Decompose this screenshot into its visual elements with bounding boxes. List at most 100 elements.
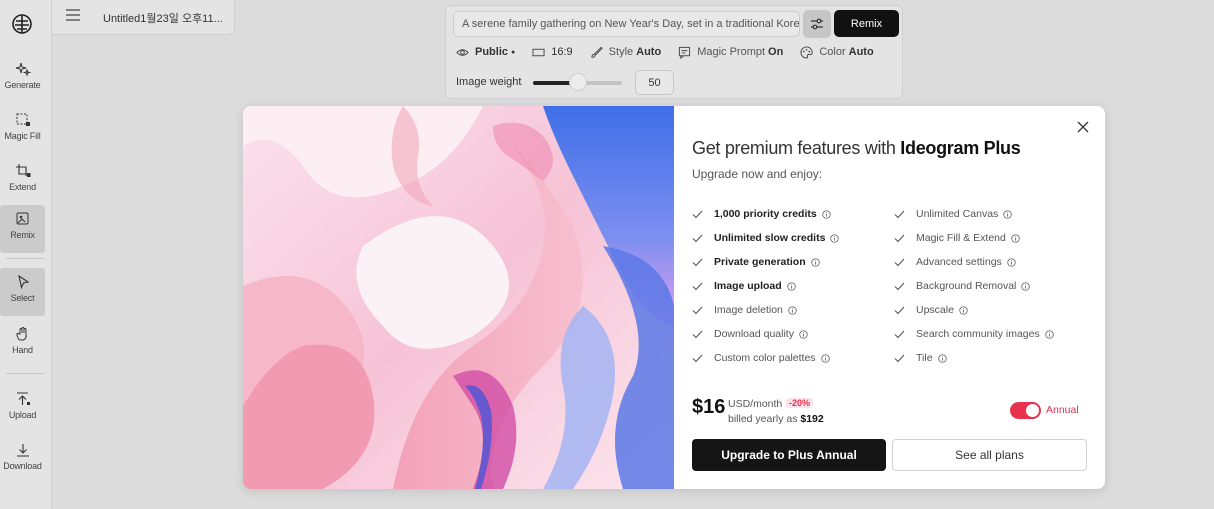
feature-item: Download quality <box>692 328 808 340</box>
annual-toggle-knob <box>1026 404 1039 417</box>
visibility-value: Public <box>475 46 509 58</box>
feature-item: Image deletion <box>692 304 797 316</box>
info-icon[interactable] <box>1011 233 1020 243</box>
billed-prefix: billed yearly as <box>728 413 798 425</box>
check-icon <box>894 258 905 266</box>
remix-button[interactable]: Remix <box>834 10 899 37</box>
cursor-icon <box>17 274 29 290</box>
feature-item: Tile <box>894 352 947 364</box>
tool-label: Hand <box>12 345 33 355</box>
sidebar-divider <box>6 373 44 374</box>
info-icon[interactable] <box>788 305 797 315</box>
image-weight-slider-thumb[interactable] <box>568 73 587 91</box>
info-icon[interactable] <box>937 353 947 363</box>
tool-label: Download <box>3 461 42 471</box>
tool-label: Remix <box>10 230 35 240</box>
check-icon <box>692 234 703 242</box>
feature-item: Background Removal <box>894 280 1031 292</box>
tool-download[interactable]: Download <box>0 436 45 484</box>
magic-prompt-option[interactable]: Magic Prompt On <box>678 46 783 59</box>
see-all-plans-button[interactable]: See all plans <box>892 439 1087 471</box>
color-label: Color <box>819 46 846 58</box>
prompt-options-row: Public ● 16:9 Style Auto Magic Prompt On… <box>456 44 891 60</box>
feature-item: 1,000 priority credits <box>692 208 831 220</box>
aspect-ratio-value: 16:9 <box>551 46 573 58</box>
info-icon[interactable] <box>1007 257 1016 267</box>
tool-magic-fill[interactable]: Magic Fill <box>0 106 45 154</box>
info-icon[interactable] <box>787 281 796 291</box>
feature-item: Unlimited slow credits <box>692 232 840 244</box>
check-icon <box>692 306 703 314</box>
close-icon[interactable] <box>1077 121 1089 133</box>
check-icon <box>894 234 905 242</box>
info-icon[interactable] <box>1003 209 1012 219</box>
feature-label: Image upload <box>714 280 782 292</box>
visibility-option[interactable]: Public ● <box>456 46 515 59</box>
hamburger-menu-icon[interactable] <box>66 9 80 21</box>
sliders-icon <box>811 18 823 30</box>
feature-label: Download quality <box>714 328 794 340</box>
image-weight-input[interactable]: 50 <box>635 70 674 95</box>
upgrade-modal: Get premium features with Ideogram Plus … <box>243 106 1105 489</box>
info-icon[interactable] <box>1045 329 1054 339</box>
tool-label: Extend <box>9 182 36 192</box>
feature-label: Background Removal <box>916 280 1017 292</box>
upgrade-plus-annual-button[interactable]: Upgrade to Plus Annual <box>692 439 886 471</box>
eye-icon <box>456 48 469 56</box>
tool-sidebar: Generate Magic Fill Extend Remix Select … <box>0 0 52 509</box>
tool-select[interactable]: Select <box>0 268 45 316</box>
prompt-input[interactable]: A serene family gathering on New Year's … <box>453 11 800 37</box>
magic-prompt-value: On <box>768 46 784 58</box>
info-icon[interactable] <box>799 329 808 339</box>
check-icon <box>894 354 905 362</box>
check-icon <box>894 330 905 338</box>
aspect-ratio-option[interactable]: 16:9 <box>532 46 573 59</box>
tool-label: Select <box>10 293 35 303</box>
color-value: Auto <box>848 46 874 58</box>
annual-toggle[interactable] <box>1010 402 1041 419</box>
feature-label: 1,000 priority credits <box>714 208 817 220</box>
info-icon[interactable] <box>830 233 840 243</box>
prompt-settings-button[interactable] <box>803 10 831 38</box>
palette-icon <box>800 45 813 59</box>
magic-prompt-icon <box>679 46 691 59</box>
price-amount: $16 <box>692 396 726 418</box>
info-icon[interactable] <box>822 209 831 219</box>
info-icon[interactable] <box>959 305 968 315</box>
info-icon[interactable] <box>820 353 830 363</box>
feature-item: Search community images <box>894 328 1054 340</box>
lock-icon: ● <box>511 48 516 56</box>
tool-remix[interactable]: Remix <box>0 205 45 253</box>
premium-artwork-image <box>243 106 674 489</box>
price-unit: USD/month <box>728 398 783 410</box>
tool-label: Generate <box>4 80 41 90</box>
style-value: Auto <box>636 46 662 58</box>
tool-extend[interactable]: Extend <box>0 157 45 205</box>
info-icon[interactable] <box>1021 281 1031 291</box>
image-weight-label: Image weight <box>456 76 522 88</box>
tool-upload[interactable]: Upload <box>0 385 45 433</box>
document-title[interactable]: Untitled1월23일 오후11... <box>103 10 223 26</box>
info-icon[interactable] <box>810 257 820 267</box>
feature-label: Magic Fill & Extend <box>916 232 1006 244</box>
feature-label: Tile <box>916 352 933 364</box>
check-icon <box>894 306 905 314</box>
color-option[interactable]: Color Auto <box>800 45 874 59</box>
ideogram-logo-icon[interactable] <box>10 12 34 36</box>
check-icon <box>692 282 703 290</box>
tool-hand[interactable]: Hand <box>0 320 45 368</box>
download-icon <box>16 444 29 457</box>
magic-fill-icon <box>16 113 30 126</box>
feature-item: Private generation <box>692 256 820 268</box>
app-root: Generate Magic Fill Extend Remix Select … <box>0 0 1214 509</box>
sparkles-icon <box>15 62 31 77</box>
feature-item: Advanced settings <box>894 256 1016 268</box>
feature-item: Unlimited Canvas <box>894 208 1012 220</box>
check-icon <box>894 282 905 290</box>
document-header: Untitled1월23일 오후11... <box>52 0 235 35</box>
style-option[interactable]: Style Auto <box>590 46 662 59</box>
tool-generate[interactable]: Generate <box>0 55 45 103</box>
remix-image-icon <box>16 212 28 225</box>
check-icon <box>692 354 703 362</box>
tool-label: Upload <box>8 410 37 420</box>
